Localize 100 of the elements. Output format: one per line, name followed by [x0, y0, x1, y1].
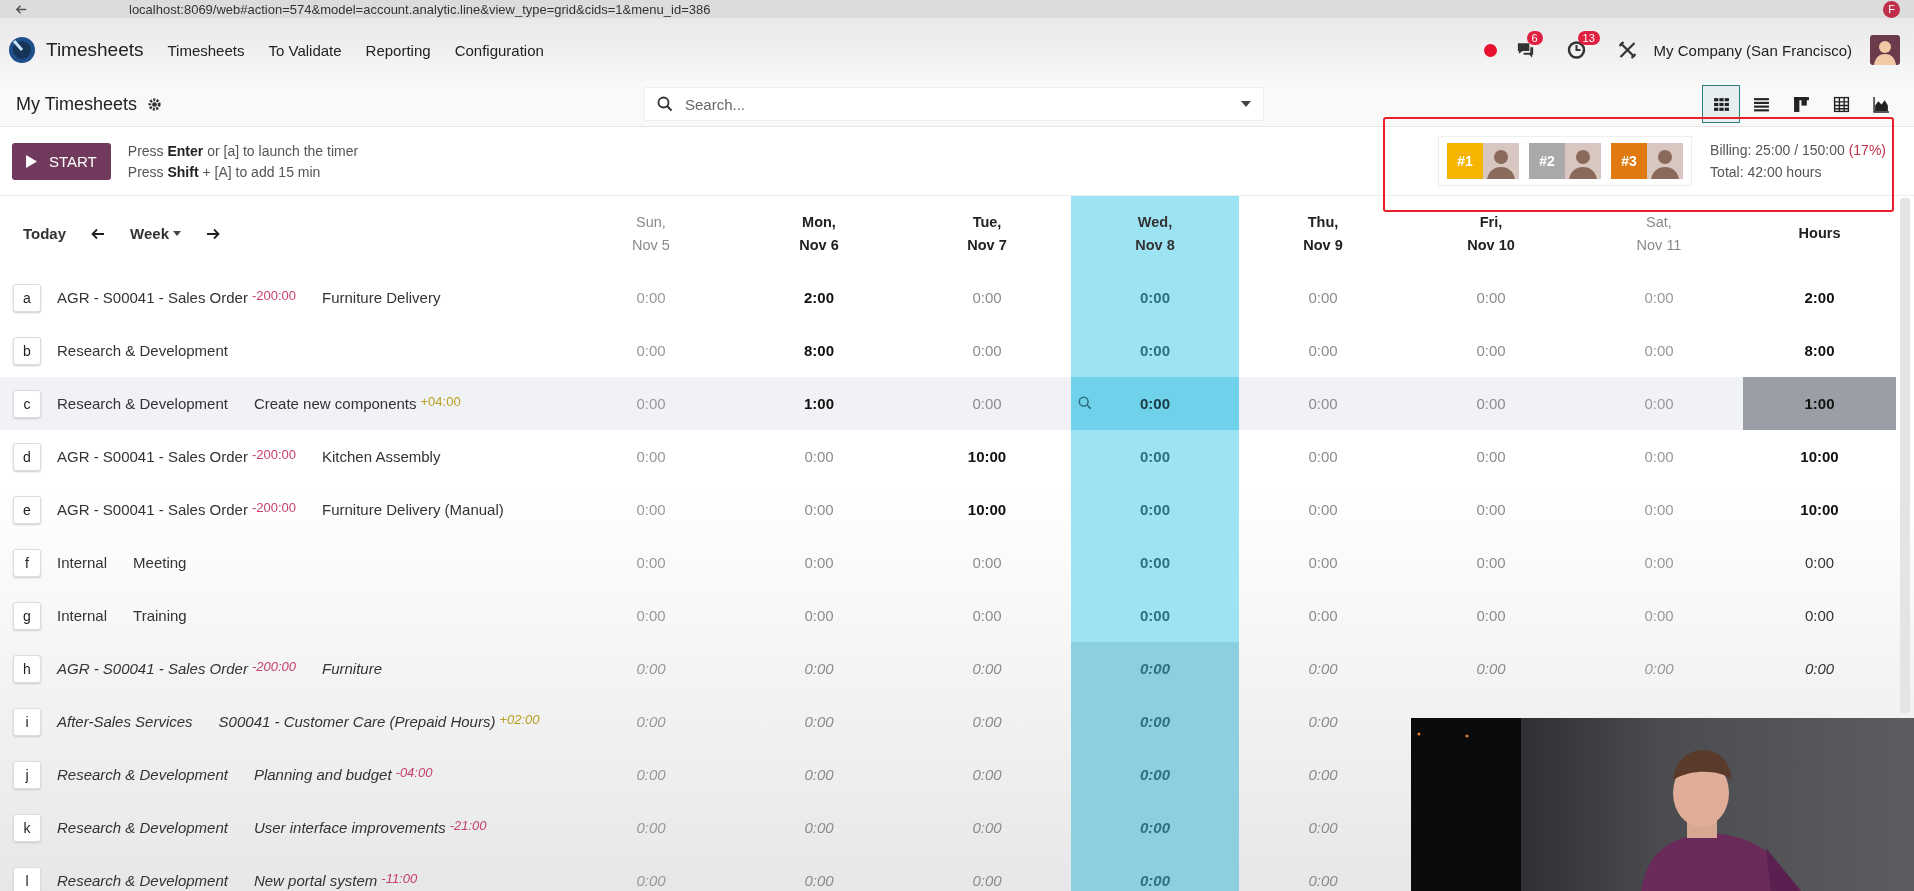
search-field[interactable]: Search... [644, 87, 1264, 121]
project-name[interactable]: Internal [57, 607, 108, 624]
hours-cell[interactable]: 0:00 [567, 748, 735, 801]
hours-cell[interactable]: 0:00 [1071, 430, 1239, 483]
hours-cell[interactable]: 0:00 [735, 483, 903, 536]
hours-cell[interactable]: 0:00 [735, 748, 903, 801]
task-name[interactable]: Furniture Delivery [322, 289, 441, 306]
hours-cell[interactable]: 0:00 [903, 642, 1071, 695]
hours-cell[interactable]: 2:00 [735, 271, 903, 324]
task-name[interactable]: Meeting [133, 554, 187, 571]
hours-cell[interactable]: 0:00 [735, 854, 903, 891]
hours-cell[interactable]: 0:00 [1071, 854, 1239, 891]
hours-cell[interactable]: 0:00 [1575, 324, 1743, 377]
project-name[interactable]: Research & Development [57, 766, 228, 783]
task-name[interactable]: Furniture [322, 660, 383, 677]
hours-cell[interactable]: 0:00 [567, 854, 735, 891]
hours-cell[interactable]: 0:00 [1071, 695, 1239, 748]
hours-cell[interactable]: 0:00 [903, 801, 1071, 854]
hours-cell[interactable]: 0:00 [1239, 483, 1407, 536]
hours-cell[interactable]: 0:00 [903, 854, 1071, 891]
clock-icon[interactable] [1565, 40, 1587, 60]
hours-cell[interactable]: 0:00 [1575, 642, 1743, 695]
hours-cell[interactable]: 0:00 [1407, 271, 1575, 324]
hours-cell[interactable]: 0:00 [567, 695, 735, 748]
hours-cell[interactable]: 0:00 [567, 589, 735, 642]
task-name[interactable]: S00041 - Customer Care (Prepaid Hours) [218, 713, 496, 730]
hours-cell[interactable]: 10:00 [903, 430, 1071, 483]
hours-cell[interactable]: 8:00 [735, 324, 903, 377]
hours-cell[interactable]: 0:00 [1239, 589, 1407, 642]
hours-cell[interactable]: 0:00 [1575, 536, 1743, 589]
project-name[interactable]: Research & Development [57, 395, 228, 412]
today-button[interactable]: Today [23, 225, 67, 242]
hours-cell[interactable]: 0:00 [1407, 589, 1575, 642]
hours-cell[interactable]: 0:00 [567, 324, 735, 377]
hours-cell[interactable]: 10:00 [903, 483, 1071, 536]
project-name[interactable]: Research & Development [57, 342, 228, 359]
task-name[interactable]: User interface improvements [253, 819, 446, 836]
project-name[interactable]: Research & Development [57, 872, 228, 889]
project-name[interactable]: After-Sales Services [57, 713, 193, 730]
hours-cell[interactable]: 0:00 [1071, 483, 1239, 536]
task-name[interactable]: Kitchen Assembly [322, 448, 441, 465]
hours-cell[interactable]: 0:00 [1239, 377, 1407, 430]
hours-cell[interactable]: 0:00 [1239, 695, 1407, 748]
hours-cell[interactable]: 0:00 [735, 801, 903, 854]
hours-cell[interactable]: 0:00 [1575, 377, 1743, 430]
hours-cell[interactable]: 0:00 [1239, 430, 1407, 483]
hours-cell[interactable]: 0:00 [1071, 377, 1239, 430]
hours-cell[interactable]: 0:00 [567, 801, 735, 854]
project-name[interactable]: AGR - S00041 - Sales Order [57, 289, 248, 306]
hours-cell[interactable]: 0:00 [903, 748, 1071, 801]
menu-item[interactable]: To Validate [268, 41, 342, 59]
hours-cell[interactable]: 0:00 [1071, 589, 1239, 642]
hours-cell[interactable]: 0:00 [1071, 642, 1239, 695]
hours-cell[interactable]: 0:00 [567, 430, 735, 483]
profile-avatar[interactable]: F [1883, 0, 1900, 18]
hours-cell[interactable]: 1:00 [735, 377, 903, 430]
hours-cell[interactable]: 0:00 [903, 271, 1071, 324]
search-icon[interactable] [1078, 396, 1092, 410]
hours-cell[interactable]: 0:00 [1239, 536, 1407, 589]
hours-cell[interactable]: 0:00 [1071, 801, 1239, 854]
start-button[interactable]: START [12, 142, 111, 180]
hours-cell[interactable]: 0:00 [1239, 324, 1407, 377]
task-name[interactable]: Furniture Delivery (Manual) [322, 501, 504, 518]
hours-cell[interactable]: 0:00 [567, 271, 735, 324]
hours-cell[interactable]: 0:00 [567, 377, 735, 430]
hours-cell[interactable]: 0:00 [1407, 642, 1575, 695]
hours-cell[interactable]: 0:00 [1575, 483, 1743, 536]
user-avatar[interactable] [1870, 35, 1900, 65]
hours-cell[interactable]: 0:00 [735, 589, 903, 642]
project-name[interactable]: Research & Development [57, 819, 228, 836]
project-name[interactable]: AGR - S00041 - Sales Order [57, 660, 248, 677]
hours-cell[interactable]: 0:00 [1071, 271, 1239, 324]
menu-item[interactable]: Reporting [365, 41, 431, 59]
hours-cell[interactable]: 0:00 [1239, 854, 1407, 891]
hours-cell[interactable]: 0:00 [1239, 801, 1407, 854]
hours-cell[interactable]: 0:00 [1407, 377, 1575, 430]
hours-cell[interactable]: 0:00 [903, 377, 1071, 430]
hours-cell[interactable]: 0:00 [1575, 430, 1743, 483]
hours-cell[interactable]: 0:00 [735, 536, 903, 589]
hours-cell[interactable]: 0:00 [1239, 271, 1407, 324]
hours-cell[interactable]: 0:00 [903, 695, 1071, 748]
range-dropdown[interactable]: Week [130, 225, 181, 242]
search-input[interactable]: Search... [683, 94, 1241, 114]
hours-cell[interactable]: 0:00 [1407, 483, 1575, 536]
hours-cell[interactable]: 0:00 [1407, 430, 1575, 483]
hours-cell[interactable]: 0:00 [735, 642, 903, 695]
tools-icon[interactable] [1616, 40, 1638, 60]
hours-cell[interactable]: 0:00 [567, 483, 735, 536]
task-name[interactable]: Planning and budget [253, 766, 392, 783]
hours-cell[interactable]: 0:00 [735, 695, 903, 748]
hours-cell[interactable]: 0:00 [1239, 748, 1407, 801]
scrollbar[interactable] [1900, 198, 1910, 713]
app-name[interactable]: Timesheets [46, 39, 144, 61]
grid-view-button[interactable] [1702, 85, 1740, 123]
hours-cell[interactable]: 0:00 [903, 324, 1071, 377]
project-name[interactable]: Internal [57, 554, 108, 571]
hours-cell[interactable]: 0:00 [1071, 324, 1239, 377]
hours-cell[interactable]: 0:00 [1071, 748, 1239, 801]
address-bar[interactable]: localhost:8069/web#action=574&model=account.analytic.line&view_type=grid&cids=1&menu_id=386 [129, 1, 711, 17]
dropdown-caret-icon[interactable] [1241, 101, 1251, 107]
